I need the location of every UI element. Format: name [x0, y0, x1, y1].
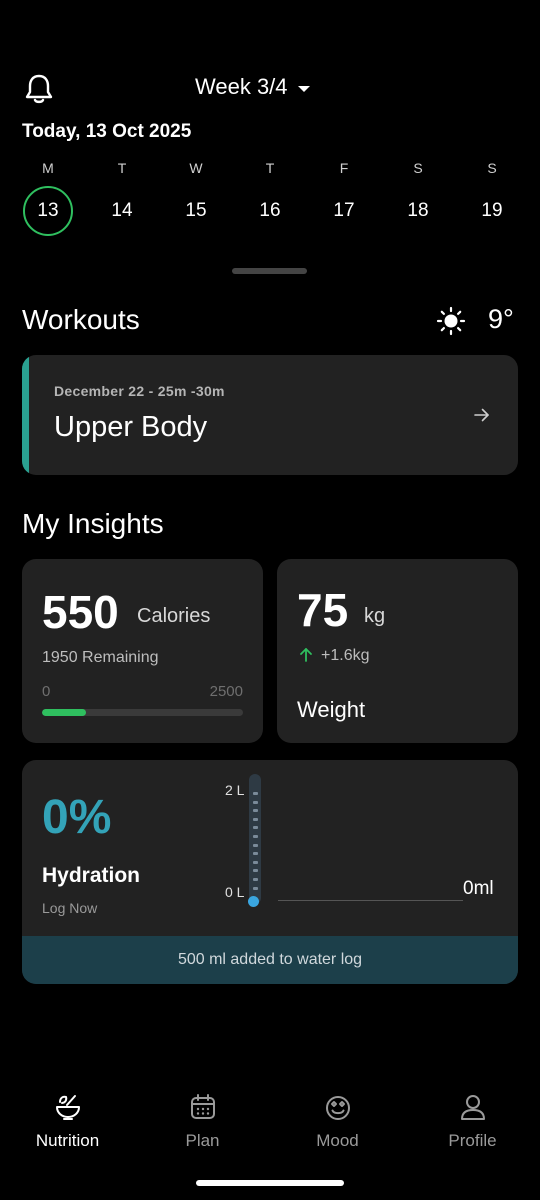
calories-max-label: 2500: [209, 683, 243, 700]
nav-label: Nutrition: [35, 1131, 100, 1150]
weight-card[interactable]: 75 kg +1.6kg Weight: [277, 559, 518, 743]
sun-icon: [436, 306, 466, 336]
bell-icon[interactable]: [22, 72, 56, 106]
today-date: Today, 13 Oct 2025: [22, 121, 192, 142]
hydration-tick: [253, 886, 258, 890]
day-number[interactable]: 13: [23, 186, 73, 236]
hydration-tick: [253, 792, 258, 795]
hydration-tick: [253, 843, 258, 847]
hydration-slider-track[interactable]: [249, 774, 261, 904]
weight-label: Weight: [297, 697, 366, 722]
home-indicator[interactable]: [196, 1180, 344, 1186]
day-item[interactable]: W 15: [159, 158, 233, 236]
weight-unit: kg: [364, 605, 386, 627]
day-number[interactable]: 15: [171, 186, 221, 236]
calories-unit: Calories: [137, 605, 211, 627]
hydration-percent: 0%: [42, 791, 112, 844]
hydration-scale-bottom: 0 L: [225, 884, 245, 900]
arrow-up-icon: [300, 648, 312, 662]
caret-down-icon: [297, 85, 310, 92]
hydration-scale-top: 2 L: [225, 782, 245, 798]
hydration-label: Hydration: [42, 864, 141, 887]
calories-card[interactable]: 550 Calories 1950 Remaining 0 2500: [22, 559, 263, 743]
nav-label: Profile: [448, 1131, 497, 1150]
nav-item-profile[interactable]: Profile: [405, 1092, 540, 1151]
profile-icon: [460, 1095, 485, 1120]
day-item[interactable]: M 13: [11, 158, 85, 236]
hydration-tick: [253, 878, 258, 881]
mood-icon: [325, 1096, 350, 1120]
week-label: Week 3/4: [195, 74, 288, 99]
day-number[interactable]: 14: [97, 186, 147, 236]
day-number[interactable]: 18: [393, 186, 443, 236]
nav-item-nutrition[interactable]: Nutrition: [0, 1092, 135, 1151]
day-item[interactable]: T 14: [85, 158, 159, 236]
hydration-tick: [253, 809, 258, 813]
day-item[interactable]: F 17: [307, 158, 381, 236]
day-letter: T: [265, 160, 275, 176]
hydration-tick: [253, 817, 258, 821]
calories-remaining: 1950 Remaining: [42, 649, 159, 666]
day-number[interactable]: 17: [319, 186, 369, 236]
weight-value: 75: [297, 584, 349, 636]
day-number[interactable]: 19: [467, 186, 517, 236]
nav-item-plan[interactable]: Plan: [135, 1092, 270, 1151]
nav-label: Mood: [316, 1131, 359, 1150]
calendar-icon: [190, 1094, 215, 1119]
weight-change: +1.6kg: [321, 647, 370, 664]
day-letter: M: [42, 160, 54, 176]
calories-progress-fill: [42, 709, 87, 716]
day-letter: W: [189, 160, 203, 176]
hydration-tick: [253, 835, 258, 838]
arrow-right-icon[interactable]: [472, 405, 492, 425]
week-day-strip: M 13 T 14 W 15 T 16 F 17 S 18 S 19: [11, 158, 529, 236]
day-item[interactable]: T 16: [233, 158, 307, 236]
nav-item-mood[interactable]: Mood: [270, 1092, 405, 1151]
temperature: 9°: [488, 304, 514, 334]
nutrition-icon: [55, 1095, 80, 1120]
nav-label: Plan: [185, 1131, 220, 1150]
workout-meta: December 22 - 25m -30m: [54, 383, 225, 399]
calories-min-label: 0: [42, 683, 51, 700]
hydration-amount: 0ml: [463, 878, 494, 899]
hydration-baseline: [278, 900, 463, 901]
drag-handle[interactable]: [232, 268, 307, 274]
day-item[interactable]: S 19: [455, 158, 529, 236]
hydration-card[interactable]: 0% Hydration Log Now 2 L 0 L 0ml 500 ml …: [22, 760, 518, 984]
day-letter: S: [487, 160, 497, 176]
hydration-tick: [253, 852, 258, 856]
day-letter: T: [117, 160, 127, 176]
day-item[interactable]: S 18: [381, 158, 455, 236]
bottom-nav: Nutrition Plan Mood Profile: [0, 1092, 540, 1151]
workouts-title: Workouts: [22, 304, 140, 335]
hydration-tick: [253, 800, 258, 804]
week-selector[interactable]: Week 3/4: [195, 74, 310, 100]
workout-accent-bar: [22, 355, 29, 475]
day-number[interactable]: 16: [245, 186, 295, 236]
calories-value: 550: [42, 586, 119, 638]
calories-progress-track: [42, 709, 243, 716]
workout-title: Upper Body: [54, 411, 208, 443]
hydration-tick: [253, 860, 258, 864]
day-letter: F: [339, 160, 349, 176]
water-log-toast: 500 ml added to water log: [22, 936, 518, 984]
hydration-slider-handle[interactable]: [248, 896, 259, 907]
workout-card[interactable]: December 22 - 25m -30m Upper Body: [22, 355, 518, 475]
hydration-tick: [253, 826, 258, 830]
hydration-tick: [253, 869, 258, 873]
insights-title: My Insights: [22, 508, 164, 539]
log-now-link[interactable]: Log Now: [42, 900, 97, 916]
day-letter: S: [413, 160, 423, 176]
